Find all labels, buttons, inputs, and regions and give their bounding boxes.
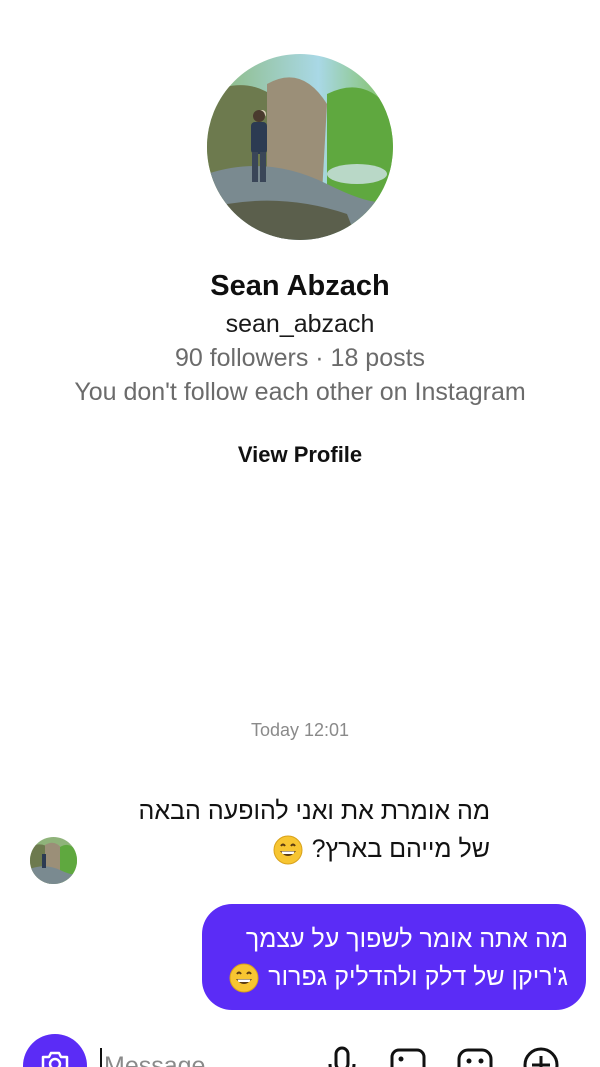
sticker-button[interactable] [455,1044,495,1067]
plus-icon [523,1047,559,1067]
profile-name: Sean Abzach [210,270,390,302]
profile-stats: 90 followers · 18 posts [174,344,426,372]
microphone-button[interactable] [322,1044,362,1067]
gallery-icon [390,1048,426,1067]
sticker-icon [457,1048,493,1067]
outgoing-message-line-2: ג'ריקן של דלק ולהדליק גפרור [268,963,568,991]
grinning-face-emoji-icon [229,963,259,993]
message-composer [0,1030,600,1067]
camera-button[interactable] [23,1034,87,1067]
message-input[interactable] [100,1048,306,1067]
incoming-message-line-2: של מייהם בארץ? [311,835,490,863]
sender-avatar[interactable] [30,837,77,884]
outgoing-message-line-1: מה אתה אומר לשפוך על עצמך [245,925,568,953]
gallery-button[interactable] [388,1044,428,1067]
camera-icon [41,1051,69,1067]
sender-photo [30,837,77,884]
chat-screen: Sean Abzach sean_abzach 90 followers · 1… [0,0,600,1067]
plus-button[interactable] [521,1044,561,1067]
microphone-icon [328,1046,356,1067]
outgoing-message[interactable]: מה אתה אומר לשפוך על עצמך ג'ריקן של דלק … [222,920,568,996]
profile-avatar[interactable] [207,54,393,240]
view-profile-button[interactable]: View Profile [200,442,400,468]
incoming-message[interactable]: מה אומרת את ואני להופעה הבאה של מייהם בא… [100,792,490,868]
profile-username: sean_abzach [225,310,375,338]
message-timestamp: Today 12:01 [250,720,350,740]
profile-photo [207,54,393,240]
follow-relation-text: You don't follow each other on Instagram [74,378,526,406]
incoming-message-line-1: מה אומרת את ואני להופעה הבאה [138,797,490,825]
grinning-face-emoji-icon [273,835,303,865]
